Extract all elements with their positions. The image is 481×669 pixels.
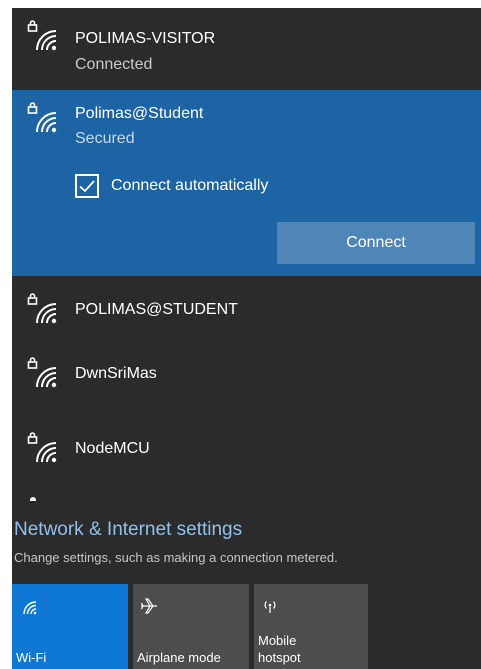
network-settings-description: Change settings, such as making a connec… — [14, 550, 338, 565]
hotspot-icon — [261, 597, 279, 615]
network-name: NodeMCU — [75, 440, 150, 457]
tile-label-line: Wi-Fi — [16, 650, 47, 665]
wifi-secured-icon — [26, 432, 58, 464]
connect-button[interactable]: Connect — [277, 222, 475, 264]
wifi-quick-action-tile[interactable]: Wi-Fi — [12, 584, 128, 669]
checkmark-icon — [79, 180, 95, 193]
network-name: POLIMAS-VISITOR — [75, 30, 216, 47]
network-item-nodemcu[interactable]: NodeMCU — [12, 415, 481, 485]
wifi-secured-icon — [26, 357, 58, 389]
network-name: Polimas@Student — [75, 105, 204, 122]
airplane-mode-quick-action-tile[interactable]: Airplane mode — [133, 584, 249, 669]
network-item-polimas-student-caps[interactable]: POLIMAS@STUDENT — [12, 276, 481, 346]
tile-label: Airplane mode — [137, 649, 221, 666]
network-name: DwnSriMas — [75, 365, 157, 382]
network-item-polimas-visitor[interactable]: POLIMAS-VISITOR Connected — [12, 8, 481, 88]
wifi-icon — [19, 597, 37, 615]
tile-label: Wi-Fi — [16, 649, 46, 666]
tile-label-line: Mobile — [258, 633, 297, 648]
lock-icon-partial — [30, 497, 36, 501]
network-item-polimas-student-selected[interactable]: Polimas@Student Secured Connect automati… — [12, 90, 481, 276]
network-item-dwnsrimas[interactable]: DwnSriMas — [12, 340, 481, 410]
tile-label-line: hotspot — [258, 650, 301, 665]
connect-automatically-checkbox[interactable] — [75, 174, 99, 198]
network-flyout: POLIMAS-VISITOR Connected Polimas@Studen… — [12, 8, 481, 669]
airplane-icon — [140, 597, 158, 615]
wifi-secured-icon — [26, 20, 58, 52]
tile-label-line: Airplane mode — [137, 650, 221, 665]
tile-label: Mobile hotspot — [258, 632, 301, 666]
connect-automatically-label: Connect automatically — [111, 177, 269, 194]
network-name: POLIMAS@STUDENT — [75, 301, 238, 318]
network-status: Connected — [75, 56, 153, 73]
wifi-secured-icon — [26, 102, 58, 134]
wifi-secured-icon — [26, 293, 58, 325]
connect-automatically-row[interactable]: Connect automatically — [75, 174, 268, 198]
network-status: Secured — [75, 130, 135, 147]
mobile-hotspot-quick-action-tile[interactable]: Mobile hotspot — [254, 584, 368, 669]
network-internet-settings-link[interactable]: Network & Internet settings — [14, 519, 242, 541]
